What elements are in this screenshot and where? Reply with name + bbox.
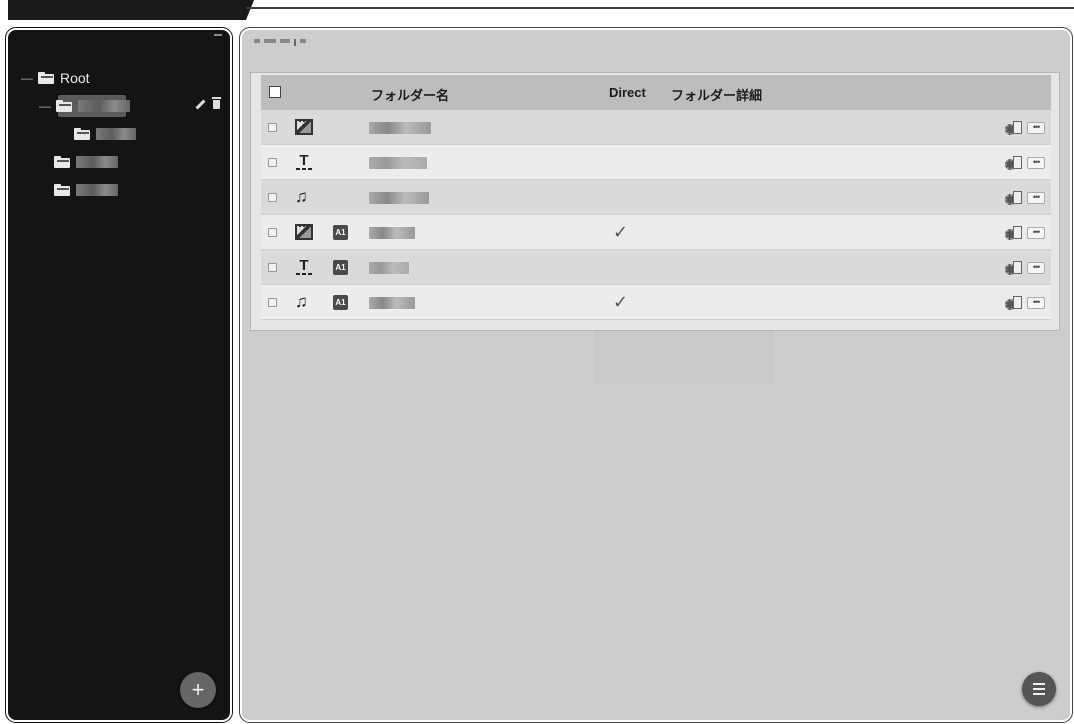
- redacted-folder-name: [78, 100, 130, 112]
- row-checkbox[interactable]: [268, 263, 277, 272]
- table-row[interactable]: T •••: [261, 145, 1051, 180]
- table-row[interactable]: ♫ A1 ✓ •••: [261, 285, 1051, 320]
- table-header: フォルダー名 Direct フォルダー詳細: [261, 75, 1051, 110]
- more-options-button[interactable]: •••: [1027, 297, 1045, 309]
- breadcrumb-segment: [254, 39, 260, 43]
- tree-node-folder[interactable]: —: [8, 92, 230, 120]
- table-row[interactable]: A1 ✓ •••: [261, 215, 1051, 250]
- redacted-folder-name: [369, 227, 415, 239]
- more-options-button[interactable]: •••: [1027, 157, 1045, 169]
- folder-settings-icon[interactable]: [1005, 119, 1023, 137]
- table-body: ••• T ••• ♫ ••• A1 ✓ ••• T A1 ••• ♫ A1 ✓…: [251, 110, 1059, 332]
- folder-settings-icon[interactable]: [1005, 189, 1023, 207]
- direct-check-icon: ✓: [613, 292, 629, 312]
- folder-content-panel: フォルダー名 Direct フォルダー詳細 ••• T ••• ♫ ••• A1…: [239, 27, 1073, 723]
- menu-icon-line: [1033, 693, 1045, 695]
- folder-settings-icon[interactable]: [1005, 154, 1023, 172]
- top-bar: [0, 0, 1074, 30]
- folder-icon: [56, 100, 72, 112]
- a1-badge: A1: [333, 260, 348, 275]
- breadcrumb-separator: [294, 39, 296, 46]
- row-checkbox[interactable]: [268, 193, 277, 202]
- delete-icon[interactable]: [212, 97, 221, 109]
- text-icon: T: [295, 153, 313, 170]
- row-checkbox[interactable]: [268, 123, 277, 132]
- top-divider: [246, 7, 1074, 9]
- edit-icon[interactable]: [196, 100, 205, 109]
- menu-icon-line: [1033, 683, 1045, 685]
- image-icon: [295, 119, 313, 135]
- menu-icon-line: [1033, 688, 1045, 690]
- menu-button[interactable]: [1022, 672, 1056, 706]
- folder-tree: — Root —: [8, 64, 230, 204]
- more-options-button[interactable]: •••: [1027, 227, 1045, 239]
- tree-node-actions: [196, 97, 221, 109]
- redacted-folder-name: [76, 156, 118, 168]
- add-folder-button[interactable]: +: [180, 672, 216, 708]
- a1-badge: A1: [333, 295, 348, 310]
- redacted-folder-name: [369, 122, 431, 134]
- top-tab[interactable]: [8, 0, 254, 20]
- collapse-toggle-icon[interactable]: —: [20, 71, 34, 85]
- more-options-button[interactable]: •••: [1027, 122, 1045, 134]
- folder-tree-panel: — Root — +: [5, 27, 233, 723]
- column-header-folder-name[interactable]: フォルダー名: [371, 85, 449, 104]
- a1-badge: A1: [333, 225, 348, 240]
- column-header-direct[interactable]: Direct: [609, 85, 646, 100]
- more-options-button[interactable]: •••: [1027, 262, 1045, 274]
- row-checkbox[interactable]: [268, 158, 277, 167]
- folder-settings-icon[interactable]: [1005, 224, 1023, 242]
- text-icon: T: [295, 258, 313, 275]
- folder-icon: [54, 156, 70, 168]
- folder-icon: [74, 128, 90, 140]
- music-icon: ♫: [295, 187, 308, 206]
- image-icon: [295, 224, 313, 240]
- redacted-folder-name: [76, 184, 118, 196]
- direct-check-icon: ✓: [613, 222, 629, 242]
- row-checkbox[interactable]: [268, 228, 277, 237]
- redacted-folder-name: [369, 297, 415, 309]
- music-icon: ♫: [295, 292, 308, 311]
- folder-settings-icon[interactable]: [1005, 259, 1023, 277]
- folder-table: フォルダー名 Direct フォルダー詳細 ••• T ••• ♫ ••• A1…: [250, 72, 1060, 331]
- folder-icon: [38, 72, 54, 84]
- folder-settings-icon[interactable]: [1005, 294, 1023, 312]
- select-all-checkbox[interactable]: [269, 86, 281, 98]
- tree-node-subfolder[interactable]: [8, 120, 230, 148]
- redacted-folder-name: [369, 157, 427, 169]
- background-watermark: [594, 324, 774, 384]
- breadcrumb-segment: [280, 39, 290, 43]
- collapse-panel-icon[interactable]: [214, 34, 222, 36]
- collapse-toggle-icon[interactable]: —: [38, 99, 52, 113]
- breadcrumb-segment: [264, 39, 276, 43]
- breadcrumb: [254, 36, 306, 46]
- tree-node-label: Root: [60, 70, 90, 86]
- breadcrumb-segment: [300, 39, 306, 43]
- redacted-folder-name: [369, 192, 429, 204]
- table-row[interactable]: ♫ •••: [261, 180, 1051, 215]
- folder-icon: [54, 184, 70, 196]
- column-header-folder-detail[interactable]: フォルダー詳細: [671, 85, 762, 104]
- table-row[interactable]: •••: [261, 110, 1051, 145]
- more-options-button[interactable]: •••: [1027, 192, 1045, 204]
- table-row[interactable]: T A1 •••: [261, 250, 1051, 285]
- redacted-folder-name: [96, 128, 136, 140]
- tree-node-folder[interactable]: [8, 148, 230, 176]
- tree-node-folder[interactable]: [8, 176, 230, 204]
- row-checkbox[interactable]: [268, 298, 277, 307]
- tree-node-root[interactable]: — Root: [8, 64, 230, 92]
- redacted-folder-name: [369, 262, 409, 274]
